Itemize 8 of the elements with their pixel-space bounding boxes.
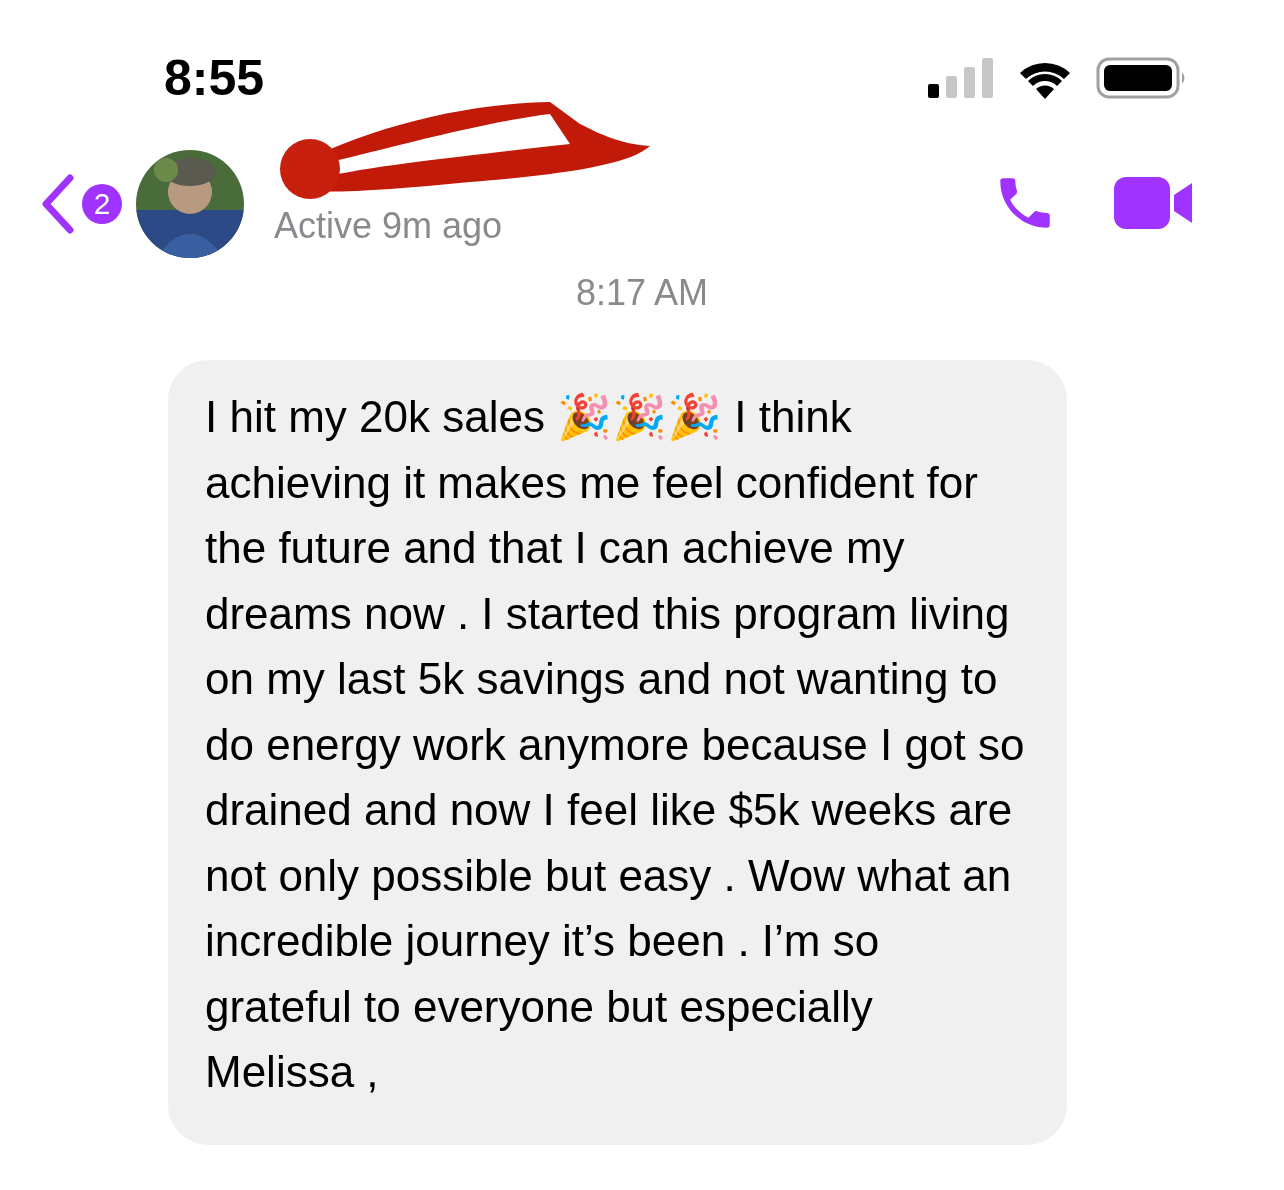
active-status: Active 9m ago bbox=[274, 205, 503, 247]
timestamp: 8:17 AM bbox=[574, 272, 710, 314]
message-bubble: I hit my 20k sales 🎉🎉🎉 I think achieving it makes me feel confident for the future and that I can achieve my dreams now . I started this program living on my last 5k savings and not wanting to do energy work anymore because I got so drained and now I feel like $5k weeks are not only possible but easy . Wow what an incredible journey it’s been . I’m so grateful to everyone but especially Melissa , bbox=[168, 360, 1067, 1145]
signal-icon bbox=[928, 58, 994, 98]
chevron-icon bbox=[40, 174, 76, 234]
unread-badge: 2 bbox=[82, 184, 122, 224]
clock: 8:55 bbox=[164, 49, 265, 107]
back-button[interactable]: 2 bbox=[40, 174, 122, 234]
